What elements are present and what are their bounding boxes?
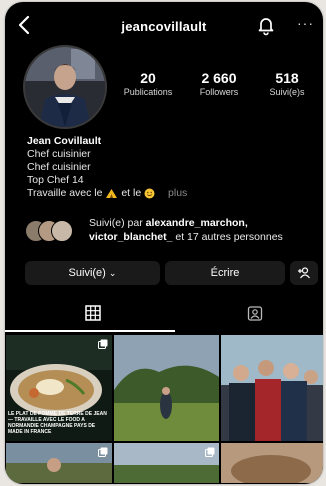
post-thumbnail[interactable]: LE PLAT DE POMME DE TERRE DE JEAN — TRAV… xyxy=(6,335,112,441)
follower-avatar xyxy=(51,220,73,242)
phone-screen: jeancovillault ··· 20 Publications 2 660… xyxy=(5,2,323,484)
post-thumbnail[interactable] xyxy=(114,443,219,483)
avatar-photo xyxy=(25,47,105,127)
stat-following[interactable]: 518 Suivi(e)s xyxy=(261,70,313,98)
multiple-photos-icon xyxy=(98,339,108,349)
bell-icon[interactable] xyxy=(255,14,277,36)
bio-line-4: Travaille avec le et le plus xyxy=(27,187,307,200)
followed-user-1[interactable]: alexandre_marchon, xyxy=(146,217,248,229)
bio-line-2: Chef cuisinier xyxy=(27,161,91,173)
post-image xyxy=(114,335,219,441)
active-tab-indicator xyxy=(5,330,175,332)
ellipsis-icon[interactable]: ··· xyxy=(297,15,319,33)
message-button-label: Écrire xyxy=(210,267,240,279)
post-thumbnail[interactable] xyxy=(114,335,219,441)
following-button[interactable]: Suivi(e) ⌄ xyxy=(25,261,160,285)
bio-more-link[interactable]: plus xyxy=(168,187,187,199)
followed-user-2[interactable]: victor_blanchet_ xyxy=(89,231,172,243)
profile-avatar[interactable] xyxy=(23,45,107,129)
bio-line-3: Top Chef 14 xyxy=(27,174,84,186)
stat-publications[interactable]: 20 Publications xyxy=(123,70,173,98)
post-image xyxy=(221,335,323,441)
post-thumbnail[interactable] xyxy=(6,443,112,483)
stat-followers-label: Followers xyxy=(199,87,239,97)
stat-publications-label: Publications xyxy=(123,87,173,97)
bio-line-1: Chef cuisinier xyxy=(27,148,91,160)
smiley-emoji-icon xyxy=(144,188,155,199)
bio-line-4-mid: et le xyxy=(121,187,142,199)
following-button-label: Suivi(e) xyxy=(68,267,106,279)
followed-by-text: Suivi(e) par alexandre_marchon, victor_b… xyxy=(89,216,283,244)
post-image xyxy=(114,443,219,483)
stat-following-label: Suivi(e)s xyxy=(269,87,305,97)
stat-following-value: 518 xyxy=(275,70,299,86)
profile-name: Jean Covillault xyxy=(27,135,102,147)
post-thumbnail[interactable] xyxy=(221,335,323,441)
top-bar: jeancovillault ··· xyxy=(5,2,323,50)
add-person-icon xyxy=(298,267,310,279)
chevron-down-icon: ⌄ xyxy=(108,268,117,278)
post-image xyxy=(221,443,323,483)
message-button[interactable]: Écrire xyxy=(165,261,285,285)
add-person-button[interactable] xyxy=(290,261,318,285)
grid-icon[interactable] xyxy=(85,305,101,321)
bio-line-4-prefix: Travaille avec le xyxy=(27,187,103,199)
multiple-photos-icon xyxy=(98,447,108,457)
tent-emoji-icon xyxy=(106,188,118,198)
stat-publications-value: 20 xyxy=(140,70,156,86)
post-thumbnail[interactable] xyxy=(221,443,323,483)
post-image xyxy=(6,443,112,483)
followed-prefix: Suivi(e) par xyxy=(89,217,143,229)
tagged-person-icon[interactable] xyxy=(247,305,263,321)
multiple-photos-icon xyxy=(205,447,215,457)
profile-bio: Jean Covillault Chef cuisinier Chef cuis… xyxy=(27,135,307,200)
stat-followers-value: 2 660 xyxy=(201,70,237,86)
followed-by[interactable]: Suivi(e) par alexandre_marchon, victor_b… xyxy=(25,216,315,248)
followed-suffix: et 17 autres personnes xyxy=(175,231,283,243)
post-caption: LE PLAT DE POMME DE TERRE DE JEAN — TRAV… xyxy=(8,411,107,435)
profile-tabs xyxy=(5,297,323,331)
stat-followers[interactable]: 2 660 Followers xyxy=(193,70,245,98)
